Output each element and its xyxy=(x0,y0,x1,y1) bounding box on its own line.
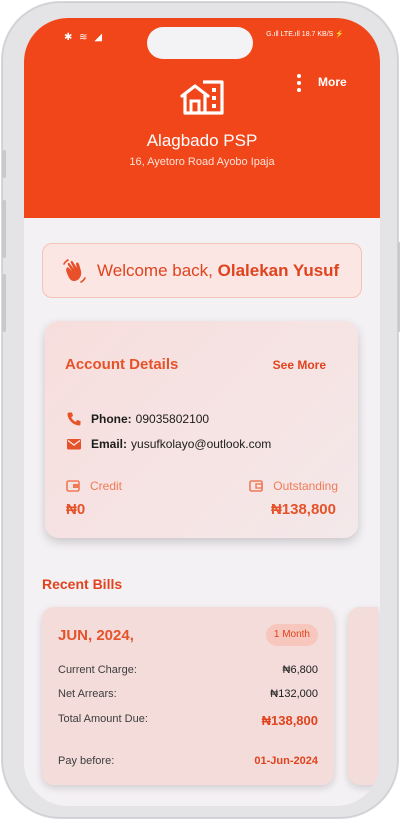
phone-label: Phone: xyxy=(91,412,132,426)
mute-switch xyxy=(2,150,6,178)
account-details-card: Account Details See More Phone: 09035802… xyxy=(45,321,358,538)
volume-down-button xyxy=(2,274,6,332)
credit-label-text: Credit xyxy=(90,479,123,493)
waving-hand-icon xyxy=(63,258,86,283)
welcome-prefix: Welcome back, xyxy=(97,260,218,280)
app-header: ✱ ≋ ◢ G.ıll LTE.ıll 18.7 KB/S ⚡ More Ala… xyxy=(24,18,380,218)
bill-period: JUN, 2024, xyxy=(58,627,134,644)
more-menu-button[interactable]: More xyxy=(318,75,347,89)
pay-before-row: Pay before: 01-Jun-2024 xyxy=(58,755,318,767)
welcome-banner: Welcome back, Olalekan Yusuf xyxy=(42,243,362,298)
outstanding-label-text: Outstanding xyxy=(273,479,338,493)
user-name: Olalekan Yusuf xyxy=(217,260,340,280)
current-charge-row: Current Charge: ₦6,800 xyxy=(58,664,318,676)
pay-before-label: Pay before: xyxy=(58,755,115,767)
credit-label: Credit xyxy=(66,479,122,493)
shop-address: 16, Ayetoro Road Ayobo Ipaja xyxy=(129,156,275,168)
total-due-row: Total Amount Due: ₦138,800 xyxy=(58,713,318,728)
total-due-label: Total Amount Due: xyxy=(58,713,148,725)
see-more-button[interactable]: See More xyxy=(273,358,326,372)
shop-name: Alagbado PSP xyxy=(146,131,258,150)
bill-card[interactable]: JUN, 2024, 1 Month Current Charge: ₦6,80… xyxy=(42,607,334,785)
more-vertical-icon[interactable] xyxy=(294,74,304,92)
phone-value: 09035802100 xyxy=(135,412,210,426)
bill-duration-badge: 1 Month xyxy=(265,624,318,646)
wallet-icon xyxy=(249,480,264,492)
pay-before-value: 01-Jun-2024 xyxy=(254,755,318,767)
email-icon xyxy=(67,439,81,450)
status-icons-right: G.ıll LTE.ıll 18.7 KB/S ⚡ xyxy=(266,31,344,38)
total-due-value: ₦138,800 xyxy=(261,713,318,728)
building-logo-icon xyxy=(180,80,224,115)
email-label: Email: xyxy=(91,437,128,451)
phone-frame: ✱ ≋ ◢ G.ıll LTE.ıll 18.7 KB/S ⚡ More Ala… xyxy=(2,2,400,818)
email-row: Email: yusufkolayo@outlook.com xyxy=(66,436,271,452)
camera-notch xyxy=(147,27,253,59)
recent-bills-title: Recent Bills xyxy=(42,576,123,592)
phone-icon xyxy=(67,412,81,426)
phone-row: Phone: 09035802100 xyxy=(66,411,209,427)
next-bill-card-peek[interactable] xyxy=(348,607,378,785)
account-details-title: Account Details xyxy=(65,356,179,373)
app-screen: ✱ ≋ ◢ G.ıll LTE.ıll 18.7 KB/S ⚡ More Ala… xyxy=(24,18,380,806)
outstanding-value: ₦138,800 xyxy=(270,501,336,518)
volume-up-button xyxy=(2,200,6,258)
email-value: yusufkolayo@outlook.com xyxy=(131,437,272,451)
welcome-message: Welcome back, Olalekan Yusuf xyxy=(97,261,339,281)
credit-value: ₦0 xyxy=(66,501,86,518)
wallet-icon xyxy=(66,480,80,492)
current-charge-label: Current Charge: xyxy=(58,664,137,676)
net-arrears-row: Net Arrears: ₦132,000 xyxy=(58,688,318,700)
outstanding-label: Outstanding xyxy=(249,479,338,493)
current-charge-value: ₦6,800 xyxy=(282,664,318,676)
net-arrears-label: Net Arrears: xyxy=(58,688,117,700)
net-arrears-value: ₦132,000 xyxy=(270,688,318,700)
status-icons-left: ✱ ≋ ◢ xyxy=(64,32,105,43)
